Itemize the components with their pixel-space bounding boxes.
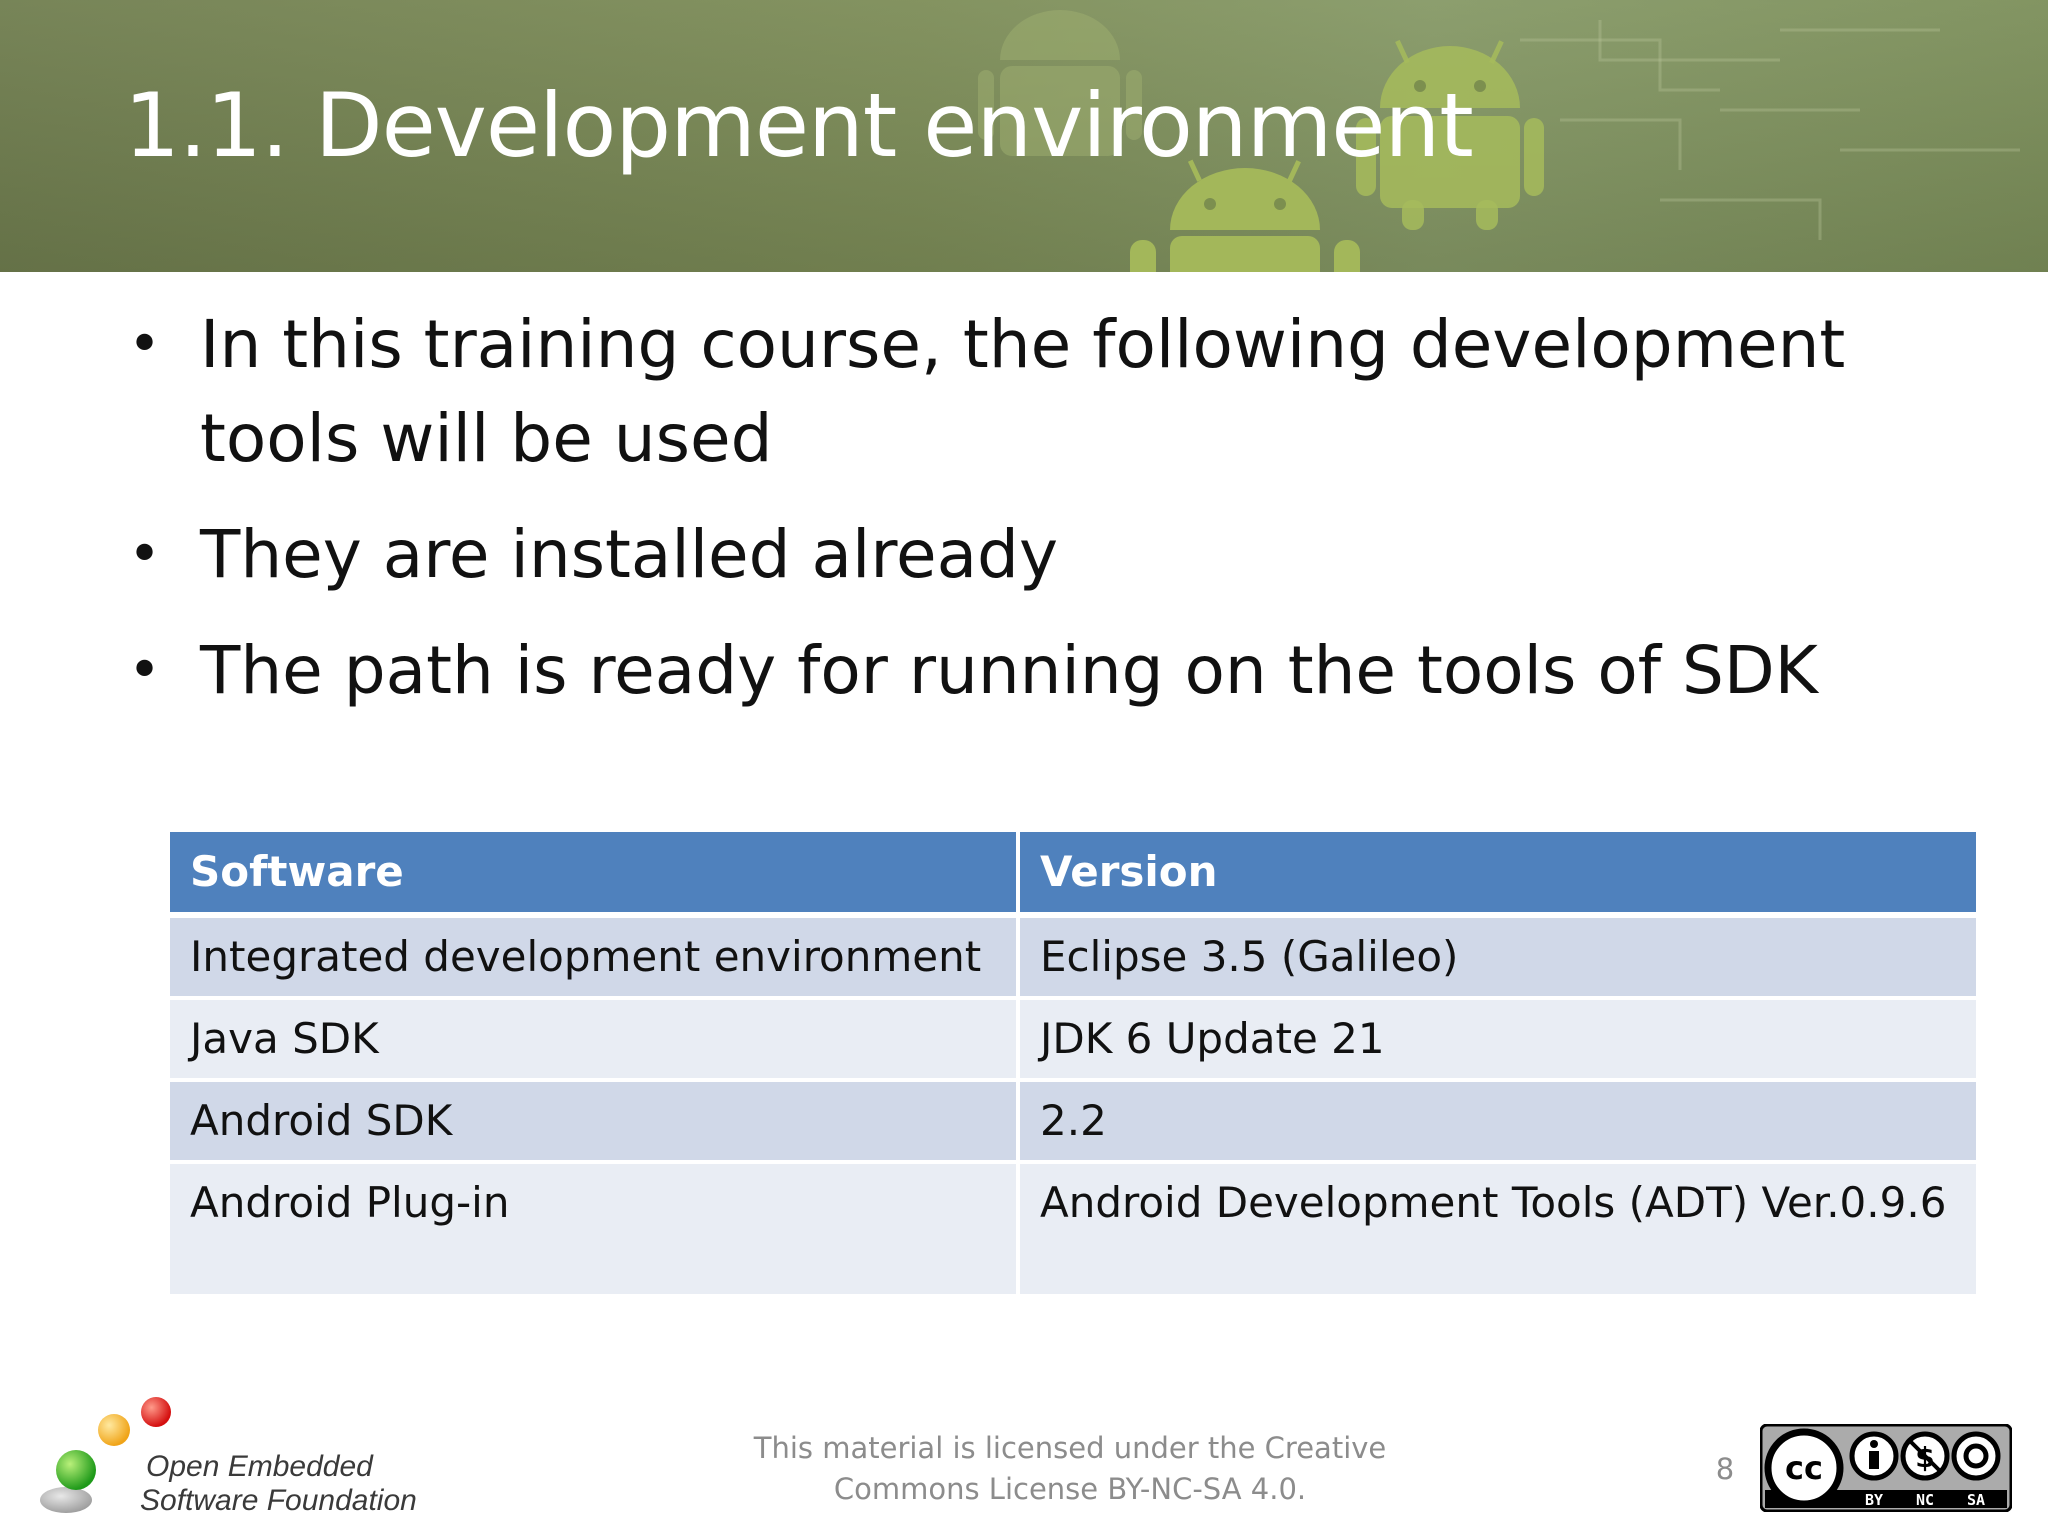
bullet-item: • In this training course, the following… xyxy=(120,298,1980,486)
table-row: Java SDK JDK 6 Update 21 xyxy=(170,1000,1976,1082)
header-banner: 1.1. Development environment xyxy=(0,0,2048,272)
cc-label: cc xyxy=(1785,1449,1823,1487)
bullet-dot-icon: • xyxy=(128,638,162,703)
logo-text: Open Embedded Software Foundation xyxy=(106,1450,417,1518)
table-cell-version: JDK 6 Update 21 xyxy=(1016,1000,1976,1082)
page-title: 1.1. Development environment xyxy=(124,74,1474,177)
bullet-text: The path is ready for running on the too… xyxy=(200,632,1818,709)
bullet-dot-icon: • xyxy=(128,522,162,587)
column-header-software: Software xyxy=(170,832,1016,918)
table-cell-version: Android Development Tools (ADT) Ver.0.9.… xyxy=(1016,1164,1976,1298)
slide: 1.1. Development environment • In this t… xyxy=(0,0,2048,1536)
versions-table: Software Version Integrated development … xyxy=(170,832,1976,1298)
logo-line-1: Open Embedded xyxy=(146,1450,373,1483)
cc-nc-label: NC xyxy=(1916,1491,1934,1509)
table-header-row: Software Version xyxy=(170,832,1976,918)
table-cell-software: Android Plug-in xyxy=(170,1164,1016,1298)
table-cell-software: Integrated development environment xyxy=(170,918,1016,1000)
column-header-version: Version xyxy=(1016,832,1976,918)
table-cell-version: 2.2 xyxy=(1016,1082,1976,1164)
license-text: This material is licensed under the Crea… xyxy=(720,1428,1420,1510)
table-cell-version: Eclipse 3.5 (Galileo) xyxy=(1016,918,1976,1000)
license-line-1: This material is licensed under the Crea… xyxy=(753,1431,1387,1465)
table-cell-software: Java SDK xyxy=(170,1000,1016,1082)
table-row: Android Plug-in Android Development Tool… xyxy=(170,1164,1976,1298)
table-row: Integrated development environment Eclip… xyxy=(170,918,1976,1000)
oesf-logo: Open Embedded Software Foundation xyxy=(36,1390,417,1520)
bullet-list: • In this training course, the following… xyxy=(120,298,1980,740)
cc-sa-label: SA xyxy=(1967,1491,1985,1509)
bullet-text: In this training course, the following d… xyxy=(200,306,1846,477)
logo-line-2: Software Foundation xyxy=(140,1484,417,1517)
page-number: 8 xyxy=(1715,1452,1735,1486)
cc-by-label: BY xyxy=(1865,1491,1883,1509)
bullet-text: They are installed already xyxy=(200,516,1058,593)
bullet-item: • The path is ready for running on the t… xyxy=(120,624,1980,718)
table-row: Android SDK 2.2 xyxy=(170,1082,1976,1164)
creative-commons-icon: cc $ BY NC SA xyxy=(1760,1424,2012,1512)
table-cell-software: Android SDK xyxy=(170,1082,1016,1164)
bullet-dot-icon: • xyxy=(128,312,162,377)
license-line-2: Commons License BY-NC-SA 4.0. xyxy=(833,1472,1307,1506)
bullet-item: • They are installed already xyxy=(120,508,1980,602)
